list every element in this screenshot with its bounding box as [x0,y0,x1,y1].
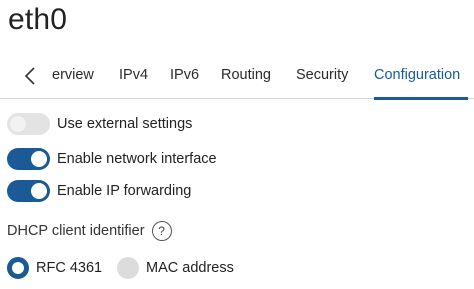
help-icon[interactable]: ? [151,221,172,241]
network-interface-toggle[interactable] [7,148,50,170]
tab-bar: erview IPv4 IPv6 Routing Security Config… [0,56,474,100]
tab-security[interactable]: Security [296,67,348,83]
dhcp-client-identifier-label: DHCP client identifier [7,223,145,239]
tab-ipv4[interactable]: IPv4 [119,67,148,83]
rfc4361-label: RFC 4361 [36,260,103,276]
external-settings-toggle[interactable] [7,113,50,135]
mac-address-label: MAC address [146,260,234,276]
tab-routing[interactable]: Routing [221,67,271,83]
radio-option-mac-address[interactable]: MAC address [117,257,234,279]
rfc4361-radio[interactable] [7,257,29,279]
toggle-row-ip-forwarding: Enable IP forwarding [7,180,191,202]
radio-option-rfc4361[interactable]: RFC 4361 [7,257,102,279]
page-title: eth0 [8,3,68,36]
tab-configuration[interactable]: Configuration [374,67,460,83]
tab-overview[interactable]: erview [52,67,94,83]
active-tab-indicator [374,97,468,100]
toggle-knob [31,183,47,199]
ip-forwarding-label: Enable IP forwarding [57,183,192,199]
external-settings-label: Use external settings [57,116,193,132]
mac-address-radio[interactable] [117,257,139,279]
toggle-row-network-interface: Enable network interface [7,148,217,170]
tab-ipv6[interactable]: IPv6 [170,67,199,83]
toggle-row-external-settings: Use external settings [7,113,192,135]
toggle-knob [31,151,47,167]
chevron-left-icon[interactable] [16,62,44,90]
network-interface-label: Enable network interface [57,151,217,167]
toggle-knob [10,116,26,132]
dhcp-client-identifier-section: DHCP client identifier ? [7,221,172,241]
ip-forwarding-toggle[interactable] [7,180,50,202]
